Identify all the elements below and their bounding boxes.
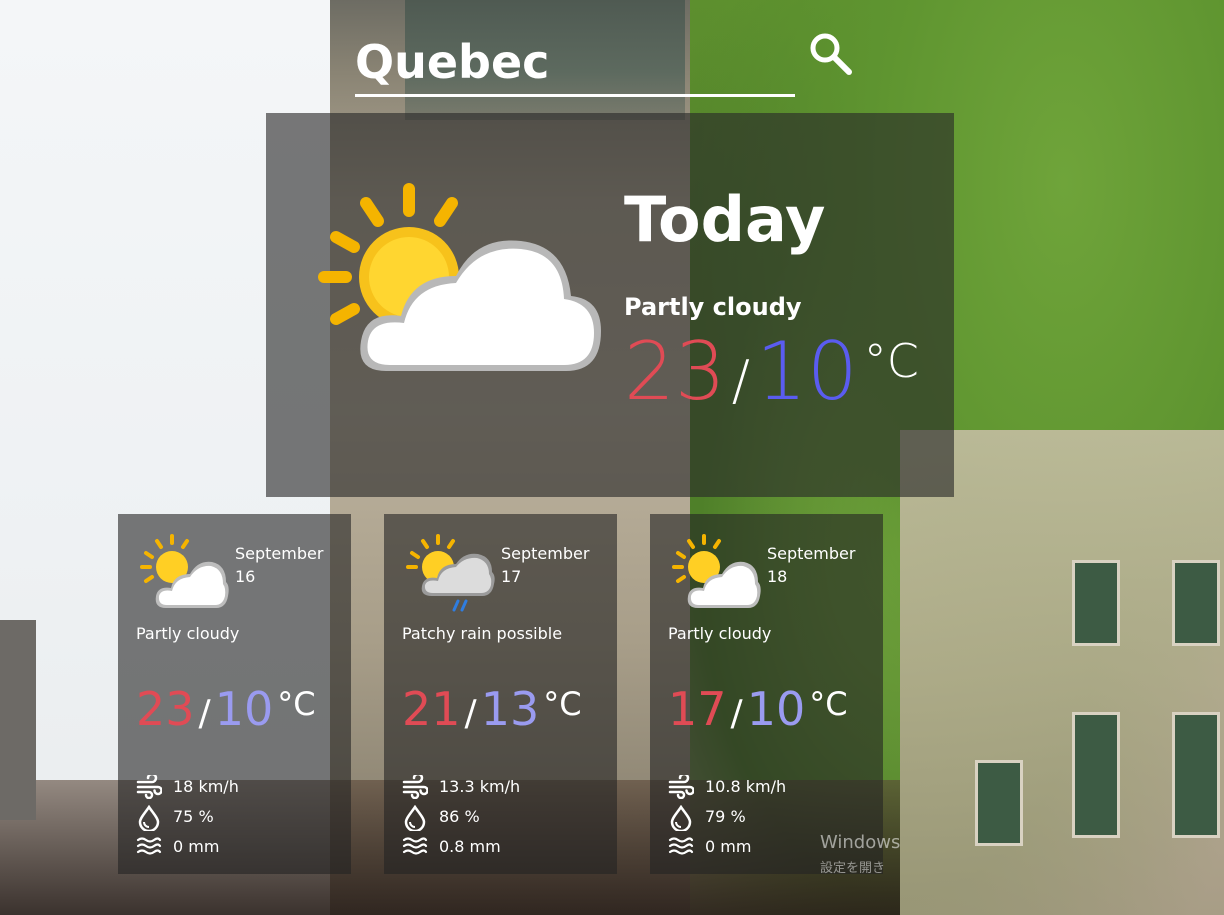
temp-separator: / [464,693,477,734]
precipitation-icon [136,837,162,855]
windows-activation-subtext: 設定を開き [820,861,886,876]
temp-unit: °C [863,334,919,388]
city-search-input[interactable] [355,30,795,94]
humidity-value: 79 % [705,807,746,826]
search-underline [355,94,795,97]
background-window [1172,712,1220,838]
wind-icon [402,775,428,799]
precipitation-value: 0.8 mm [439,837,501,856]
forecast-condition: Patchy rain possible [402,624,563,643]
precipitation-value: 0 mm [173,837,220,856]
forecast-card: September 18 Partly cloudy 17/10 °C 10.8 … [650,514,883,874]
forecast-date: September 16 [235,544,324,586]
background-tower-left [0,620,36,820]
temp-unit: °C [809,685,848,723]
wind-value: 10.8 km/h [705,777,787,796]
forecast-high-temp: 21 [402,682,461,736]
search-icon[interactable] [807,30,855,78]
wind-icon [136,775,162,799]
partly-cloudy-icon [140,532,230,612]
today-temperatures: 23/10 °C [624,325,919,418]
forecast-high-temp: 17 [668,682,727,736]
forecast-high-temp: 23 [136,682,195,736]
today-high-temp: 23 [624,325,726,418]
background-window [1072,560,1120,646]
partly-cloudy-icon [672,532,762,612]
temp-unit: °C [543,685,582,723]
forecast-temperatures: 21/13 °C [402,682,582,736]
forecast-temperatures: 23/10 °C [136,682,316,736]
forecast-condition: Partly cloudy [668,624,772,643]
background-window [975,760,1023,846]
forecast-card: September 17 Patchy rain possible 21/13 °… [384,514,617,874]
partly-cloudy-icon [316,181,606,391]
forecast-temperatures: 17/10 °C [668,682,848,736]
humidity-icon [404,805,426,831]
forecast-date: September 17 [501,544,590,586]
forecast-card: September 16 Partly cloudy 23/10 °C 18 km… [118,514,351,874]
wind-icon [668,775,694,799]
temp-unit: °C [277,685,316,723]
humidity-value: 86 % [439,807,480,826]
forecast-low-temp: 13 [480,682,540,736]
humidity-value: 75 % [173,807,214,826]
precipitation-icon [402,837,428,855]
forecast-low-temp: 10 [746,682,806,736]
background-facade [900,430,1224,915]
humidity-icon [138,805,160,831]
background-window [1172,560,1220,646]
search-bar [355,24,855,97]
forecast-condition: Partly cloudy [136,624,240,643]
today-low-temp: 10 [756,325,858,418]
precipitation-value: 0 mm [705,837,752,856]
wind-value: 18 km/h [173,777,239,796]
today-title: Today [624,183,826,256]
background-window [1072,712,1120,838]
forecast-date: September 18 [767,544,856,586]
temp-separator: / [731,349,750,412]
weather-app: Today Partly cloudy 23/10°C Sep [0,0,1224,915]
temp-separator: / [730,693,743,734]
humidity-icon [670,805,692,831]
temp-separator: / [198,693,211,734]
today-condition: Partly cloudy [624,293,802,321]
precipitation-icon [668,837,694,855]
windows-activation-watermark: Windows [820,832,901,853]
forecast-low-temp: 10 [214,682,274,736]
today-panel: Today Partly cloudy 23/10 °C [266,113,954,497]
wind-value: 13.3 km/h [439,777,521,796]
patchy-rain-icon [406,532,496,612]
